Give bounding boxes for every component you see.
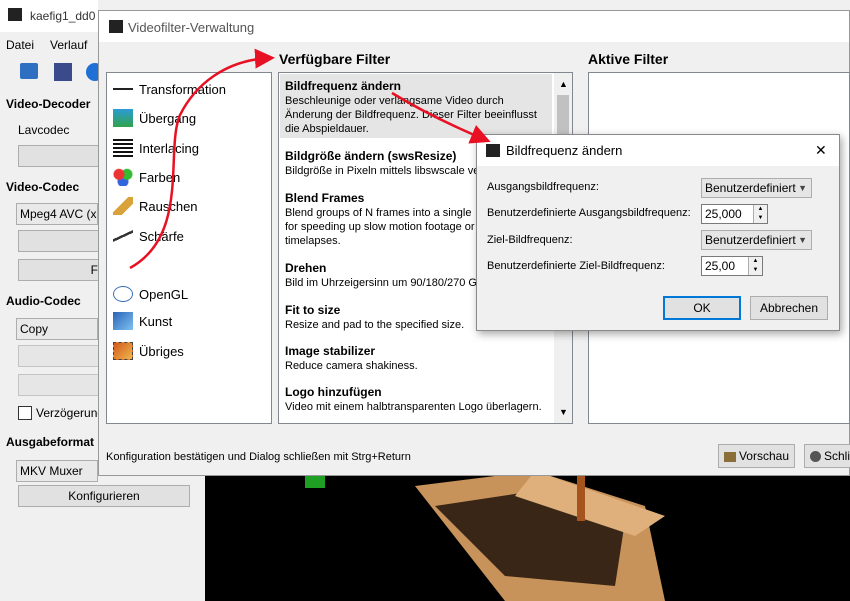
chevron-down-icon: ▼: [798, 235, 807, 245]
cancel-button[interactable]: Abbrechen: [750, 296, 828, 320]
preview-icon: [723, 451, 736, 462]
custom-target-fps-label: Benutzerdefinierte Ziel-Bildfrequenz:: [487, 260, 665, 272]
status-hint: Konfiguration bestätigen und Dialog schl…: [106, 451, 411, 463]
filter-item[interactable]: Image stabilizer Reduce camera shakiness.: [285, 344, 547, 373]
category-colors[interactable]: Farben: [113, 165, 180, 189]
category-sharpness[interactable]: Schärfe: [113, 224, 184, 248]
filter-description: Video mit einem halbtransparenten Logo ü…: [285, 401, 542, 413]
category-noise[interactable]: Rauschen: [113, 194, 198, 218]
category-interlacing[interactable]: Interlacing: [113, 136, 199, 160]
video-decoder-heading: Video-Decoder: [6, 97, 91, 111]
audio-codec-heading: Audio-Codec: [6, 294, 81, 308]
filter-item[interactable]: Bildfrequenz ändern Beschleunige oder ver…: [285, 79, 547, 136]
broom-icon: [113, 197, 133, 215]
menu-datei[interactable]: Datei: [6, 38, 34, 52]
output-format-configure-button[interactable]: Konfigurieren: [18, 485, 190, 507]
menu-verlauf[interactable]: Verlauf: [50, 38, 87, 52]
misc-icon: [113, 342, 133, 360]
video-codec-heading: Video-Codec: [6, 180, 80, 194]
main-titlebar: kaefig1_dd0: [0, 0, 98, 32]
interlace-icon: [113, 139, 133, 157]
open-folder-icon[interactable]: [20, 63, 38, 79]
scroll-up-icon[interactable]: ▲: [559, 79, 568, 89]
active-filters-heading: Aktive Filter: [588, 51, 669, 67]
video-codec-select[interactable]: Mpeg4 AVC (x2: [16, 203, 98, 225]
scroll-down-icon[interactable]: ▼: [559, 407, 568, 417]
rgb-balls-icon: [113, 168, 133, 186]
spin-arrows-icon[interactable]: ▲ ▼: [753, 205, 767, 223]
output-format-heading: Ausgabeformat: [6, 435, 95, 449]
clapper-icon: [109, 20, 123, 33]
preview-button[interactable]: Vorschau: [718, 444, 795, 468]
filter-item[interactable]: Logo hinzufügen Video mit einem halbtrans…: [285, 385, 547, 414]
category-transition[interactable]: Übergang: [113, 106, 196, 130]
custom-source-fps-spinbox[interactable]: 25,000 ▲ ▼: [701, 204, 768, 224]
fps-dialog: Bildfrequenz ändern ✕ Ausgangsbildfreque…: [476, 134, 840, 331]
filter-description: Reduce camera shakiness.: [285, 360, 418, 372]
opengl-icon: [113, 286, 133, 302]
filter-manager-titlebar: Videofilter-Verwaltung: [99, 11, 849, 42]
filter-title: Bildfrequenz ändern: [285, 79, 402, 93]
fps-dialog-title: Bildfrequenz ändern: [506, 143, 623, 158]
close-button[interactable]: Schli: [804, 444, 850, 468]
video-preview: [205, 476, 850, 601]
filter-description: Blend groups of N frames into a single f…: [285, 207, 475, 247]
clapper-icon: [486, 144, 500, 157]
audio-delay-label: Verzögerung: [36, 406, 105, 420]
target-fps-label: Ziel-Bildfrequenz:: [487, 234, 573, 246]
spin-arrows-icon[interactable]: ▲ ▼: [748, 257, 762, 275]
scroll-thumb[interactable]: [557, 95, 569, 135]
category-opengl[interactable]: OpenGL: [113, 282, 188, 306]
toolbar: [0, 58, 104, 86]
filter-manager-title: Videofilter-Verwaltung: [128, 20, 255, 35]
resize-arrows-icon: [113, 88, 133, 90]
filter-title: Image stabilizer: [285, 344, 376, 358]
filter-description: Beschleunige oder verlangsame Video durc…: [285, 95, 537, 135]
source-fps-select[interactable]: Benutzerdefiniert ▼: [701, 178, 812, 198]
close-circle-icon: [810, 451, 821, 463]
target-fps-select[interactable]: Benutzerdefiniert ▼: [701, 230, 812, 250]
category-misc[interactable]: Übriges: [113, 339, 184, 363]
source-fps-label: Ausgangsbildfrequenz:: [487, 181, 599, 193]
ok-button[interactable]: OK: [663, 296, 741, 320]
video-decoder-value: Lavcodec: [18, 123, 70, 137]
fps-dialog-titlebar: Bildfrequenz ändern ✕: [477, 135, 839, 166]
art-icon: [113, 312, 133, 330]
custom-source-fps-label: Benutzerdefinierte Ausgangsbildfrequenz:: [487, 207, 691, 219]
category-transformation[interactable]: Transformation: [113, 77, 226, 101]
close-icon[interactable]: ✕: [815, 142, 827, 159]
custom-target-fps-spinbox[interactable]: 25,00 ▲ ▼: [701, 256, 763, 276]
category-art[interactable]: Kunst: [113, 309, 172, 333]
save-icon[interactable]: [54, 63, 72, 81]
audio-delay-checkbox[interactable]: [18, 406, 32, 420]
main-title: kaefig1_dd0: [30, 9, 96, 23]
category-list: Transformation Übergang Interlacing Farb…: [106, 72, 272, 424]
chevron-down-icon: ▼: [798, 183, 807, 193]
transition-icon: [113, 109, 133, 127]
available-filters-heading: Verfügbare Filter: [279, 51, 391, 67]
audio-codec-select[interactable]: Copy: [16, 318, 98, 340]
clapper-icon: [8, 8, 22, 21]
output-format-select[interactable]: MKV Muxer: [16, 460, 98, 482]
filter-title: Logo hinzufügen: [285, 385, 382, 399]
pen-icon: [113, 227, 133, 245]
